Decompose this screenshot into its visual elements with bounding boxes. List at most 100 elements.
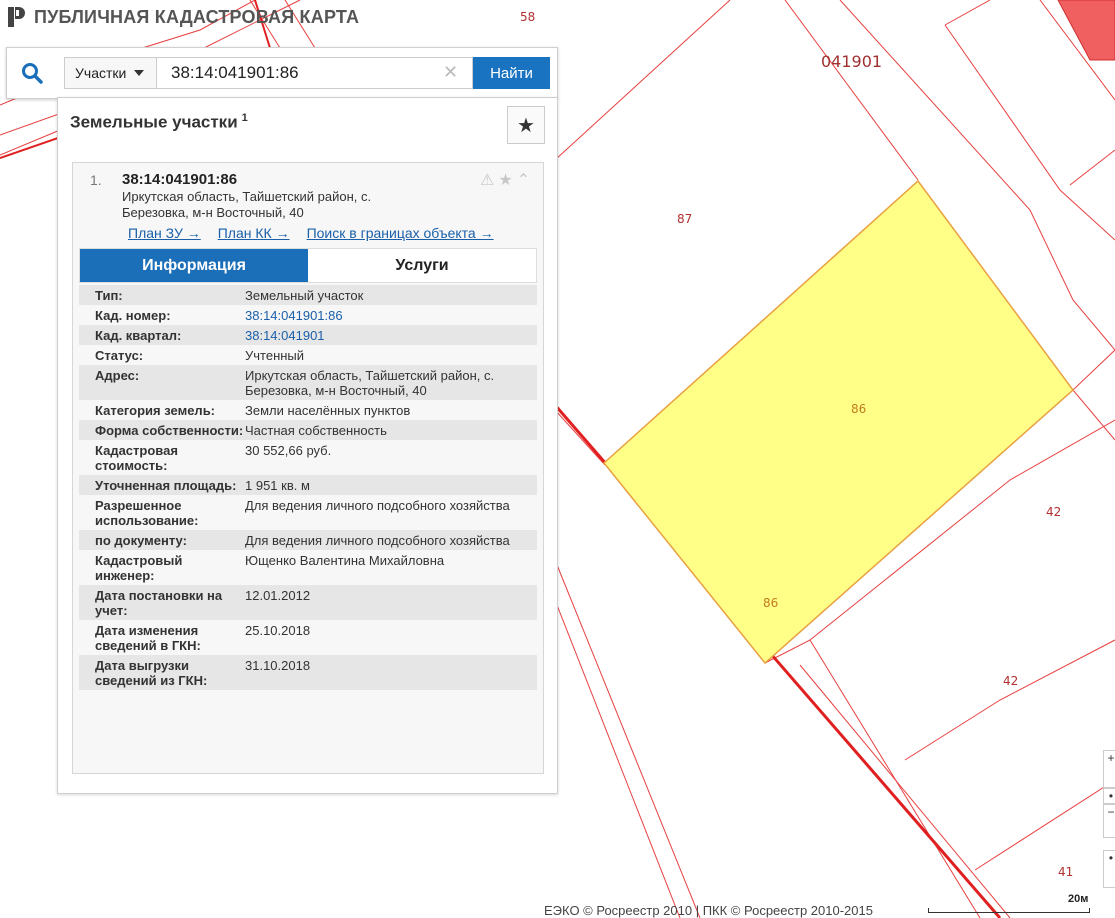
parcel-boundary [974, 779, 1115, 871]
map-label: 58 [520, 10, 536, 24]
search-input[interactable] [157, 57, 473, 89]
table-row: Дата изменения сведений в ГКН: 25.10.2018 [79, 620, 537, 655]
info-value: Частная собственность [245, 423, 387, 438]
app-logo[interactable]: ПУБЛИЧНАЯ КАДАСТРОВАЯ КАРТА [6, 6, 359, 28]
table-row: Категория земель: Земли населённых пункто… [79, 400, 537, 420]
info-key: Дата выгрузки сведений из ГКН: [95, 658, 208, 688]
info-value: Учтенный [245, 348, 305, 363]
map-tool-button[interactable]: • [1103, 850, 1115, 888]
parcel-boundary [1069, 149, 1115, 186]
chevron-down-icon [134, 70, 145, 76]
table-row: Кад. номер: 38:14:041901:86 [79, 305, 537, 325]
info-value: 1 951 кв. м [245, 478, 310, 493]
parcel-boundary [554, 599, 681, 918]
table-row: Уточненная площадь: 1 951 кв. м [79, 475, 537, 495]
selected-parcel[interactable] [602, 179, 1075, 665]
tab-information[interactable]: Информация [80, 249, 308, 282]
panel-title-text: Земельные участки [70, 112, 238, 132]
map-label: 86 [763, 596, 779, 610]
plan-zu-link[interactable]: План ЗУ → [128, 225, 201, 241]
find-button[interactable]: Найти [473, 57, 550, 89]
scale-bar [928, 908, 1090, 913]
plan-kk-link[interactable]: План КК → [218, 225, 290, 241]
warning-icon[interactable]: ⚠ [480, 170, 494, 190]
info-key: Форма собственности: [95, 423, 244, 438]
table-row: Тип: Земельный участок [79, 285, 537, 305]
table-row: Кадастровый инженер: Ющенко Валентина Мих… [79, 550, 537, 585]
search-bar: Участки ✕ Найти [6, 47, 558, 99]
parcel-boundary [944, 0, 991, 26]
results-panel: Земельные участки 1 ★ 1. 38:14:041901:86 … [57, 97, 558, 794]
star-icon[interactable]: ★ [498, 170, 512, 190]
building-shape [1057, 0, 1115, 61]
cad-quarter-link[interactable]: 38:14:041901 [245, 328, 325, 343]
search-in-bounds-link[interactable]: Поиск в границах объекта → [307, 225, 494, 241]
panel-title: Земельные участки 1 [70, 112, 248, 133]
map-label: 42 [1046, 505, 1062, 519]
table-row: по документу: Для ведения личного подсобн… [79, 530, 537, 550]
parcel-boundary [0, 129, 61, 156]
info-key: Кадастровая стоимость: [95, 443, 178, 473]
info-value: 31.10.2018 [245, 658, 311, 673]
parcel-boundary [784, 0, 919, 181]
map-label: 41 [1058, 865, 1074, 879]
info-key: Тип: [95, 288, 123, 303]
info-key: по документу: [95, 533, 187, 548]
zoom-out-button[interactable]: − [1103, 804, 1115, 838]
result-card: 1. 38:14:041901:86 Иркутская область, Та… [72, 162, 544, 774]
parcel-boundary [554, 409, 606, 466]
info-value: 38:14:041901:86 [245, 305, 537, 325]
parcel-boundary [764, 639, 981, 918]
result-address: Иркутская область, Тайшетский район, с. … [122, 189, 372, 220]
table-row: Дата постановки на учет: 12.01.2012 [79, 585, 537, 620]
cad-number-link[interactable]: 38:14:041901:86 [245, 308, 343, 323]
parcel-boundary [904, 639, 1115, 761]
zoom-slider-handle[interactable]: • [1103, 788, 1115, 804]
info-value: Для ведения личного подсобного хозяйства [245, 533, 510, 548]
chevron-up-icon[interactable]: ⌃ [517, 170, 530, 190]
info-value: 25.10.2018 [245, 623, 311, 638]
search-icon[interactable] [21, 62, 43, 84]
scale-label: 20м [1068, 893, 1089, 905]
info-key: Адрес: [95, 368, 140, 383]
info-key: Дата изменения сведений в ГКН: [95, 623, 201, 653]
tab-services[interactable]: Услуги [308, 249, 536, 282]
result-index: 1. [90, 172, 102, 188]
info-value: 38:14:041901 [245, 325, 537, 345]
clear-icon[interactable]: ✕ [443, 63, 458, 81]
zoom-in-button[interactable]: + [1103, 750, 1115, 788]
search-type-select[interactable]: Участки [64, 57, 157, 89]
info-value: Ющенко Валентина Михайловна [245, 553, 445, 568]
parcel-boundary [799, 664, 1011, 918]
parcel-boundary [1072, 349, 1115, 391]
result-links: План ЗУ → План КК → Поиск в границах объ… [128, 225, 494, 241]
app-title: ПУБЛИЧНАЯ КАДАСТРОВАЯ КАРТА [34, 6, 360, 27]
map-label: 87 [677, 212, 693, 226]
map-attribution: ЕЭКО © Росреестр 2010 | ПКК © Росреестр … [544, 903, 873, 918]
favorites-button[interactable]: ★ [507, 106, 545, 144]
result-tabs: Информация Услуги [79, 248, 537, 283]
info-value: 30 552,66 руб. [245, 443, 332, 458]
search-type-label: Участки [75, 65, 127, 81]
table-row: Кад. квартал: 38:14:041901 [79, 325, 537, 345]
info-value: 12.01.2012 [245, 588, 311, 603]
table-row: Разрешенное использование: Для ведения ли… [79, 495, 537, 530]
info-key: Кадастровый инженер: [95, 553, 183, 583]
result-count: 1 [241, 112, 248, 124]
result-actions: ⚠ ★ ⌃ [480, 170, 530, 190]
info-key: Уточненная площадь: [95, 478, 237, 493]
map-label: 86 [851, 402, 867, 416]
info-key: Кад. квартал: [95, 328, 182, 343]
table-row: Статус: Учтенный [79, 345, 537, 365]
info-table: Тип: Земельный участок Кад. номер: 38:14:0… [79, 285, 537, 690]
info-value: Земли населённых пунктов [245, 403, 411, 418]
info-key: Кад. номер: [95, 308, 171, 323]
rosreestr-logo-icon [8, 7, 25, 27]
star-icon: ★ [517, 114, 535, 137]
result-cad-number[interactable]: 38:14:041901:86 [122, 171, 237, 188]
table-row: Форма собственности: Частная собственност… [79, 420, 537, 440]
parcel-boundary [554, 0, 731, 161]
info-value: Иркутская область, Тайшетский район, с. … [245, 368, 495, 398]
info-key: Дата постановки на учет: [95, 588, 223, 618]
table-row: Дата выгрузки сведений из ГКН: 31.10.2018 [79, 655, 537, 690]
